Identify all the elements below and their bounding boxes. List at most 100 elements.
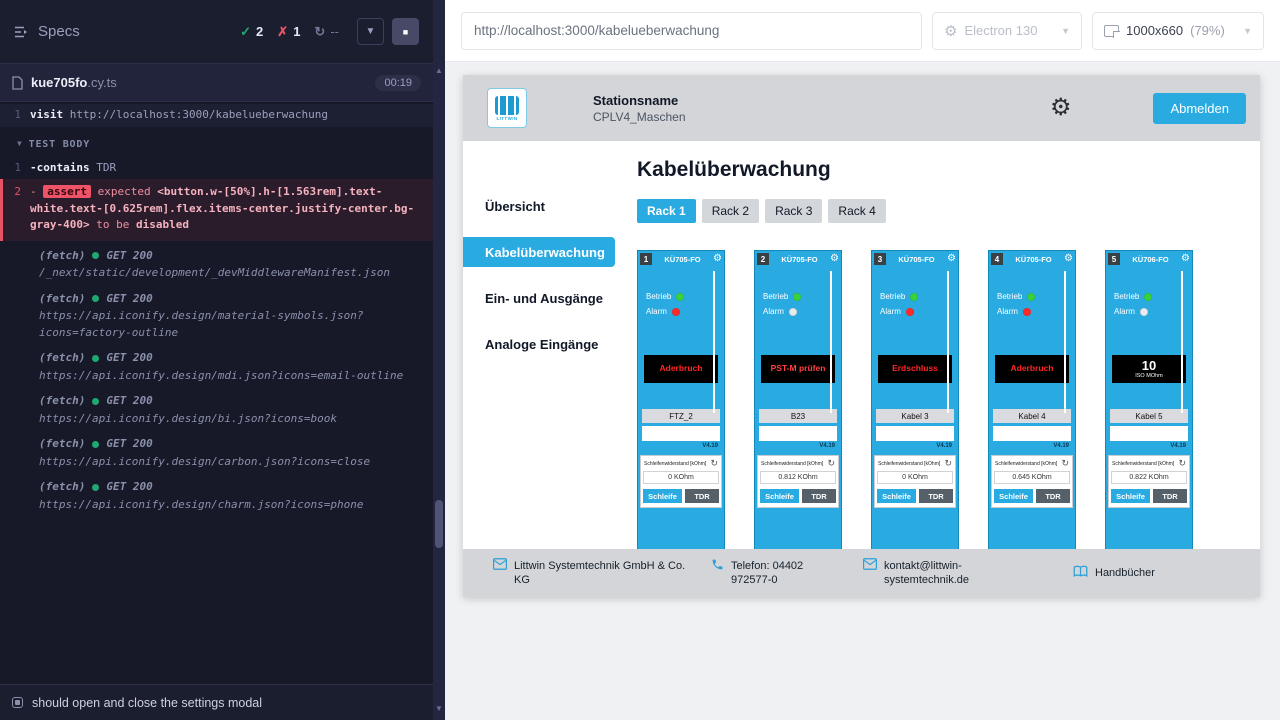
schleife-button[interactable]: Schleife (994, 489, 1033, 503)
betrieb-label: Betrieb (997, 292, 1022, 301)
value-field[interactable] (1110, 426, 1188, 441)
cable-name-field[interactable]: Kabel 5 (1110, 409, 1188, 423)
card-model: KÜ705-FO (771, 255, 828, 264)
status-sub: ISO MOhm (1135, 373, 1163, 379)
sidebar-item-analoge-eingaenge[interactable]: Analoge Eingänge (463, 329, 615, 359)
status-ok-dot (92, 355, 99, 362)
browser-select[interactable]: ⚙ Electron 130 ▼ (932, 12, 1082, 50)
cable-name-field[interactable]: B23 (759, 409, 837, 423)
value-field[interactable] (642, 426, 720, 441)
card-gear-icon[interactable]: ⚙ (713, 254, 722, 264)
book-icon (1073, 565, 1088, 578)
scrollbar-thumb[interactable] (435, 500, 443, 548)
refresh-icon[interactable]: ↻ (1178, 459, 1186, 468)
card-model: KÜ705-FO (1005, 255, 1062, 264)
sidebar-item-kabelueberwachung[interactable]: Kabelüberwachung (463, 237, 615, 267)
card-number: 2 (757, 253, 769, 265)
scroll-down-icon[interactable]: ▼ (433, 704, 445, 713)
tdr-button[interactable]: TDR (685, 489, 719, 503)
alarm-label: Alarm (763, 307, 784, 316)
alarm-led (1023, 308, 1031, 316)
status-ok-dot (92, 252, 99, 259)
card-gear-icon[interactable]: ⚙ (1064, 254, 1073, 264)
command-visit[interactable]: 1 visit http://localhost:3000/kabelueber… (0, 104, 433, 127)
cable-name-field[interactable]: Kabel 3 (876, 409, 954, 423)
footer-phone: Telefon: 04402 972577-0 (711, 559, 843, 588)
tab-rack-4[interactable]: Rack 4 (828, 199, 885, 223)
schleife-button[interactable]: Schleife (643, 489, 682, 503)
footer-manuals[interactable]: Handbücher (1073, 566, 1155, 580)
tab-rack-1[interactable]: Rack 1 (637, 199, 696, 223)
assert-dash: - (30, 185, 37, 198)
station-value: CPLV4_Maschen (593, 110, 686, 124)
fetch-log-entry[interactable]: (fetch)GET 200 https://api.iconify.desig… (0, 429, 433, 472)
failed-assert-command[interactable]: 2 - assert expected <button.w-[50%].h-[1… (0, 179, 433, 241)
tdr-button[interactable]: TDR (802, 489, 836, 503)
fetch-log-entry[interactable]: (fetch)GET 200 https://api.iconify.desig… (0, 284, 433, 344)
tdr-button[interactable]: TDR (1036, 489, 1070, 503)
status-ok-dot (92, 484, 99, 491)
fetch-log-entry[interactable]: (fetch)GET 200 https://api.iconify.desig… (0, 386, 433, 429)
schleife-button[interactable]: Schleife (877, 489, 916, 503)
value-field[interactable] (993, 426, 1071, 441)
app-frame: LITTWIN Stationsname CPLV4_Maschen ⚙ Abm… (463, 75, 1260, 597)
loop-panel: Schleifenwiderstand [kOhm]↻ 0.812 KOhm S… (757, 455, 839, 508)
specs-menu-button[interactable]: Specs (14, 23, 80, 40)
refresh-icon[interactable]: ↻ (827, 459, 835, 468)
tdr-button[interactable]: TDR (1153, 489, 1187, 503)
contains-arg: TDR (96, 161, 116, 174)
schleife-button[interactable]: Schleife (1111, 489, 1150, 503)
test-body-section[interactable]: ▼ TEST BODY (0, 127, 433, 157)
settings-gear-icon[interactable]: ⚙ (1050, 96, 1072, 120)
collapse-chevron-button[interactable]: ▼ (357, 18, 384, 45)
footer-email[interactable]: kontakt@littwin-systemtechnik.de (863, 559, 1031, 588)
card-number: 3 (874, 253, 886, 265)
status-ok-dot (92, 295, 99, 302)
spec-file-icon (12, 76, 23, 90)
refresh-icon[interactable]: ↻ (710, 459, 718, 468)
footer-manuals-text: Handbücher (1095, 566, 1155, 580)
card-gear-icon[interactable]: ⚙ (947, 254, 956, 264)
tdr-button[interactable]: TDR (919, 489, 953, 503)
chevron-down-icon: ▼ (366, 26, 376, 37)
device-card: 3KÜ705-FO⚙ Betrieb Alarm Erdschluss Kabe… (871, 250, 959, 549)
card-gear-icon[interactable]: ⚙ (1181, 254, 1190, 264)
stop-button[interactable]: ■ (392, 18, 419, 45)
status-text: 10 (1142, 359, 1156, 373)
cable-name-field[interactable]: Kabel 4 (993, 409, 1071, 423)
viewport-select[interactable]: 1000x660 (79%) ▼ (1092, 12, 1264, 50)
spec-title-bar[interactable]: kue705fo.cy.ts 00:19 (0, 64, 433, 102)
refresh-icon[interactable]: ↻ (1061, 459, 1069, 468)
command-contains[interactable]: 1 -contains TDR (0, 157, 433, 180)
alarm-led (906, 308, 914, 316)
fetch-log-entry[interactable]: (fetch)GET 200 https://api.iconify.desig… (0, 472, 433, 515)
card-gear-icon[interactable]: ⚙ (830, 254, 839, 264)
status-ok-dot (92, 398, 99, 405)
next-test-row[interactable]: should open and close the settings modal (0, 684, 433, 720)
tab-rack-2[interactable]: Rack 2 (702, 199, 759, 223)
tab-rack-3[interactable]: Rack 3 (765, 199, 822, 223)
cable-name-field[interactable]: FTZ_2 (642, 409, 720, 423)
littwin-logo-icon (495, 96, 519, 115)
mail-icon (493, 558, 507, 570)
refresh-icon[interactable]: ↻ (944, 459, 952, 468)
app-header: LITTWIN Stationsname CPLV4_Maschen ⚙ Abm… (463, 75, 1260, 141)
reporter-scrollbar[interactable]: ▲ ▼ (433, 0, 445, 720)
scroll-up-icon[interactable]: ▲ (433, 66, 445, 75)
test-body-label: TEST BODY (29, 137, 90, 152)
sidebar-item-ein-und-ausgaenge[interactable]: Ein- und Ausgänge (463, 283, 615, 313)
url-input[interactable] (461, 12, 922, 50)
card-model: KÜ706-FO (1122, 255, 1179, 264)
sidebar-item-uebersicht[interactable]: Übersicht (463, 191, 615, 221)
value-field[interactable] (876, 426, 954, 441)
fetch-log-entry[interactable]: (fetch)GET 200 https://api.iconify.desig… (0, 343, 433, 386)
loop-value: 0.645 KOhm (994, 471, 1070, 484)
status-display: 10 ISO MOhm (1112, 355, 1186, 383)
status-ok-dot (92, 441, 99, 448)
schleife-button[interactable]: Schleife (760, 489, 799, 503)
logout-button[interactable]: Abmelden (1153, 93, 1246, 124)
chevron-down-icon: ▼ (17, 138, 23, 150)
value-field[interactable] (759, 426, 837, 441)
fetch-url: https://api.iconify.design/bi.json?icons… (39, 411, 423, 428)
fetch-log-entry[interactable]: (fetch)GET 200 /_next/static/development… (0, 241, 433, 284)
